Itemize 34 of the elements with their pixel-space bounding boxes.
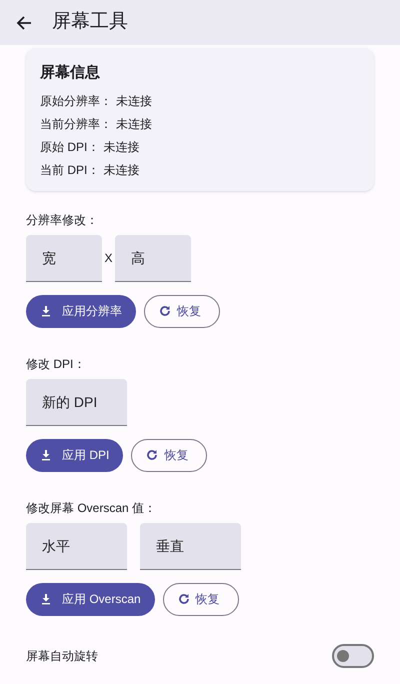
- input-field[interactable]: 新的 DPI: [26, 378, 127, 426]
- toggle-switch[interactable]: [332, 644, 374, 668]
- info-label: 原始 DPI：: [40, 138, 100, 156]
- input-field[interactable]: 垂直: [140, 522, 241, 570]
- times-separator: X: [103, 250, 114, 267]
- reset-button[interactable]: 恢复: [162, 582, 239, 616]
- page-title: 屏幕工具: [52, 10, 128, 34]
- info-value: 未连接: [116, 92, 152, 110]
- info-value: 未连接: [116, 116, 152, 132]
- download-icon: [40, 449, 52, 461]
- download-icon: [40, 593, 52, 605]
- download-icon: [40, 305, 52, 317]
- back-arrow-icon[interactable]: [16, 14, 32, 30]
- refresh-icon: [178, 593, 190, 605]
- apply-button[interactable]: 应用分辨率: [26, 294, 136, 328]
- input-field[interactable]: 宽: [26, 234, 102, 282]
- info-label: 当前 DPI：: [40, 162, 100, 178]
- info-value: 未连接: [103, 162, 140, 178]
- refresh-icon: [146, 449, 158, 461]
- input-field[interactable]: 水平: [26, 522, 127, 570]
- reset-button[interactable]: 恢复: [144, 294, 220, 328]
- reset-button[interactable]: 恢复: [131, 438, 208, 472]
- section-label: 修改 DPI：: [26, 356, 86, 372]
- apply-button[interactable]: 应用 Overscan: [26, 582, 155, 616]
- info-label: 原始分辨率：: [40, 92, 112, 110]
- card-title: 屏幕信息: [40, 63, 101, 83]
- section-label: 分辨率修改：: [26, 212, 99, 228]
- input-field[interactable]: 高: [115, 234, 191, 282]
- refresh-icon: [159, 305, 171, 317]
- setting-label: 屏幕自动旋转: [26, 648, 98, 664]
- apply-button[interactable]: 应用 DPI: [26, 438, 124, 472]
- section-label: 修改屏幕 Overscan 值：: [26, 500, 158, 516]
- info-label: 当前分辨率：: [40, 116, 112, 132]
- info-value: 未连接: [103, 138, 140, 156]
